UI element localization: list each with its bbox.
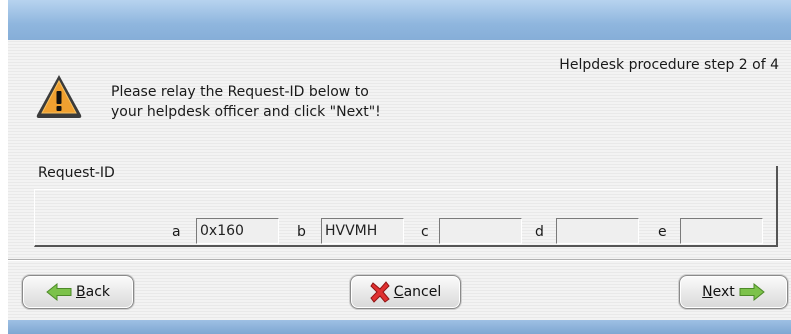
request-id-label: Request-ID (38, 165, 115, 181)
request-id-frame: a b c d e (34, 166, 778, 247)
request-id-field-c[interactable] (439, 218, 522, 244)
window-titlebar (8, 0, 791, 41)
cancel-button[interactable]: Cancel (350, 275, 461, 309)
message-line-2: your helpdesk officer and click "Next"! (111, 104, 381, 120)
cancel-x-icon (370, 281, 390, 303)
field-label-d: d (535, 224, 544, 240)
message-line-1: Please relay the Request-ID below to (111, 84, 369, 100)
field-label-c: c (421, 224, 429, 240)
step-indicator: Helpdesk procedure step 2 of 4 (559, 57, 779, 73)
next-button[interactable]: Next (679, 275, 788, 309)
warning-icon (36, 75, 82, 118)
back-button-label: Back (76, 284, 110, 300)
field-label-e: e (658, 224, 667, 240)
helpdesk-dialog: Helpdesk procedure step 2 of 4 Please re… (8, 40, 791, 320)
request-id-field-a[interactable] (196, 218, 279, 244)
next-button-label: Next (702, 284, 735, 300)
arrow-right-icon (739, 283, 765, 301)
back-button[interactable]: Back (22, 275, 134, 309)
field-label-a: a (172, 224, 181, 240)
request-id-field-d[interactable] (556, 218, 639, 244)
arrow-left-icon (46, 283, 72, 301)
window-bottom-bar (8, 320, 791, 334)
request-id-field-e[interactable] (680, 218, 763, 244)
field-label-b: b (297, 224, 306, 240)
instruction-message: Please relay the Request-ID below to you… (111, 82, 381, 122)
button-separator (8, 259, 791, 261)
request-id-group: Request-ID a b c d e (34, 165, 778, 247)
request-id-field-b[interactable] (321, 218, 404, 244)
cancel-button-label: Cancel (393, 284, 442, 300)
